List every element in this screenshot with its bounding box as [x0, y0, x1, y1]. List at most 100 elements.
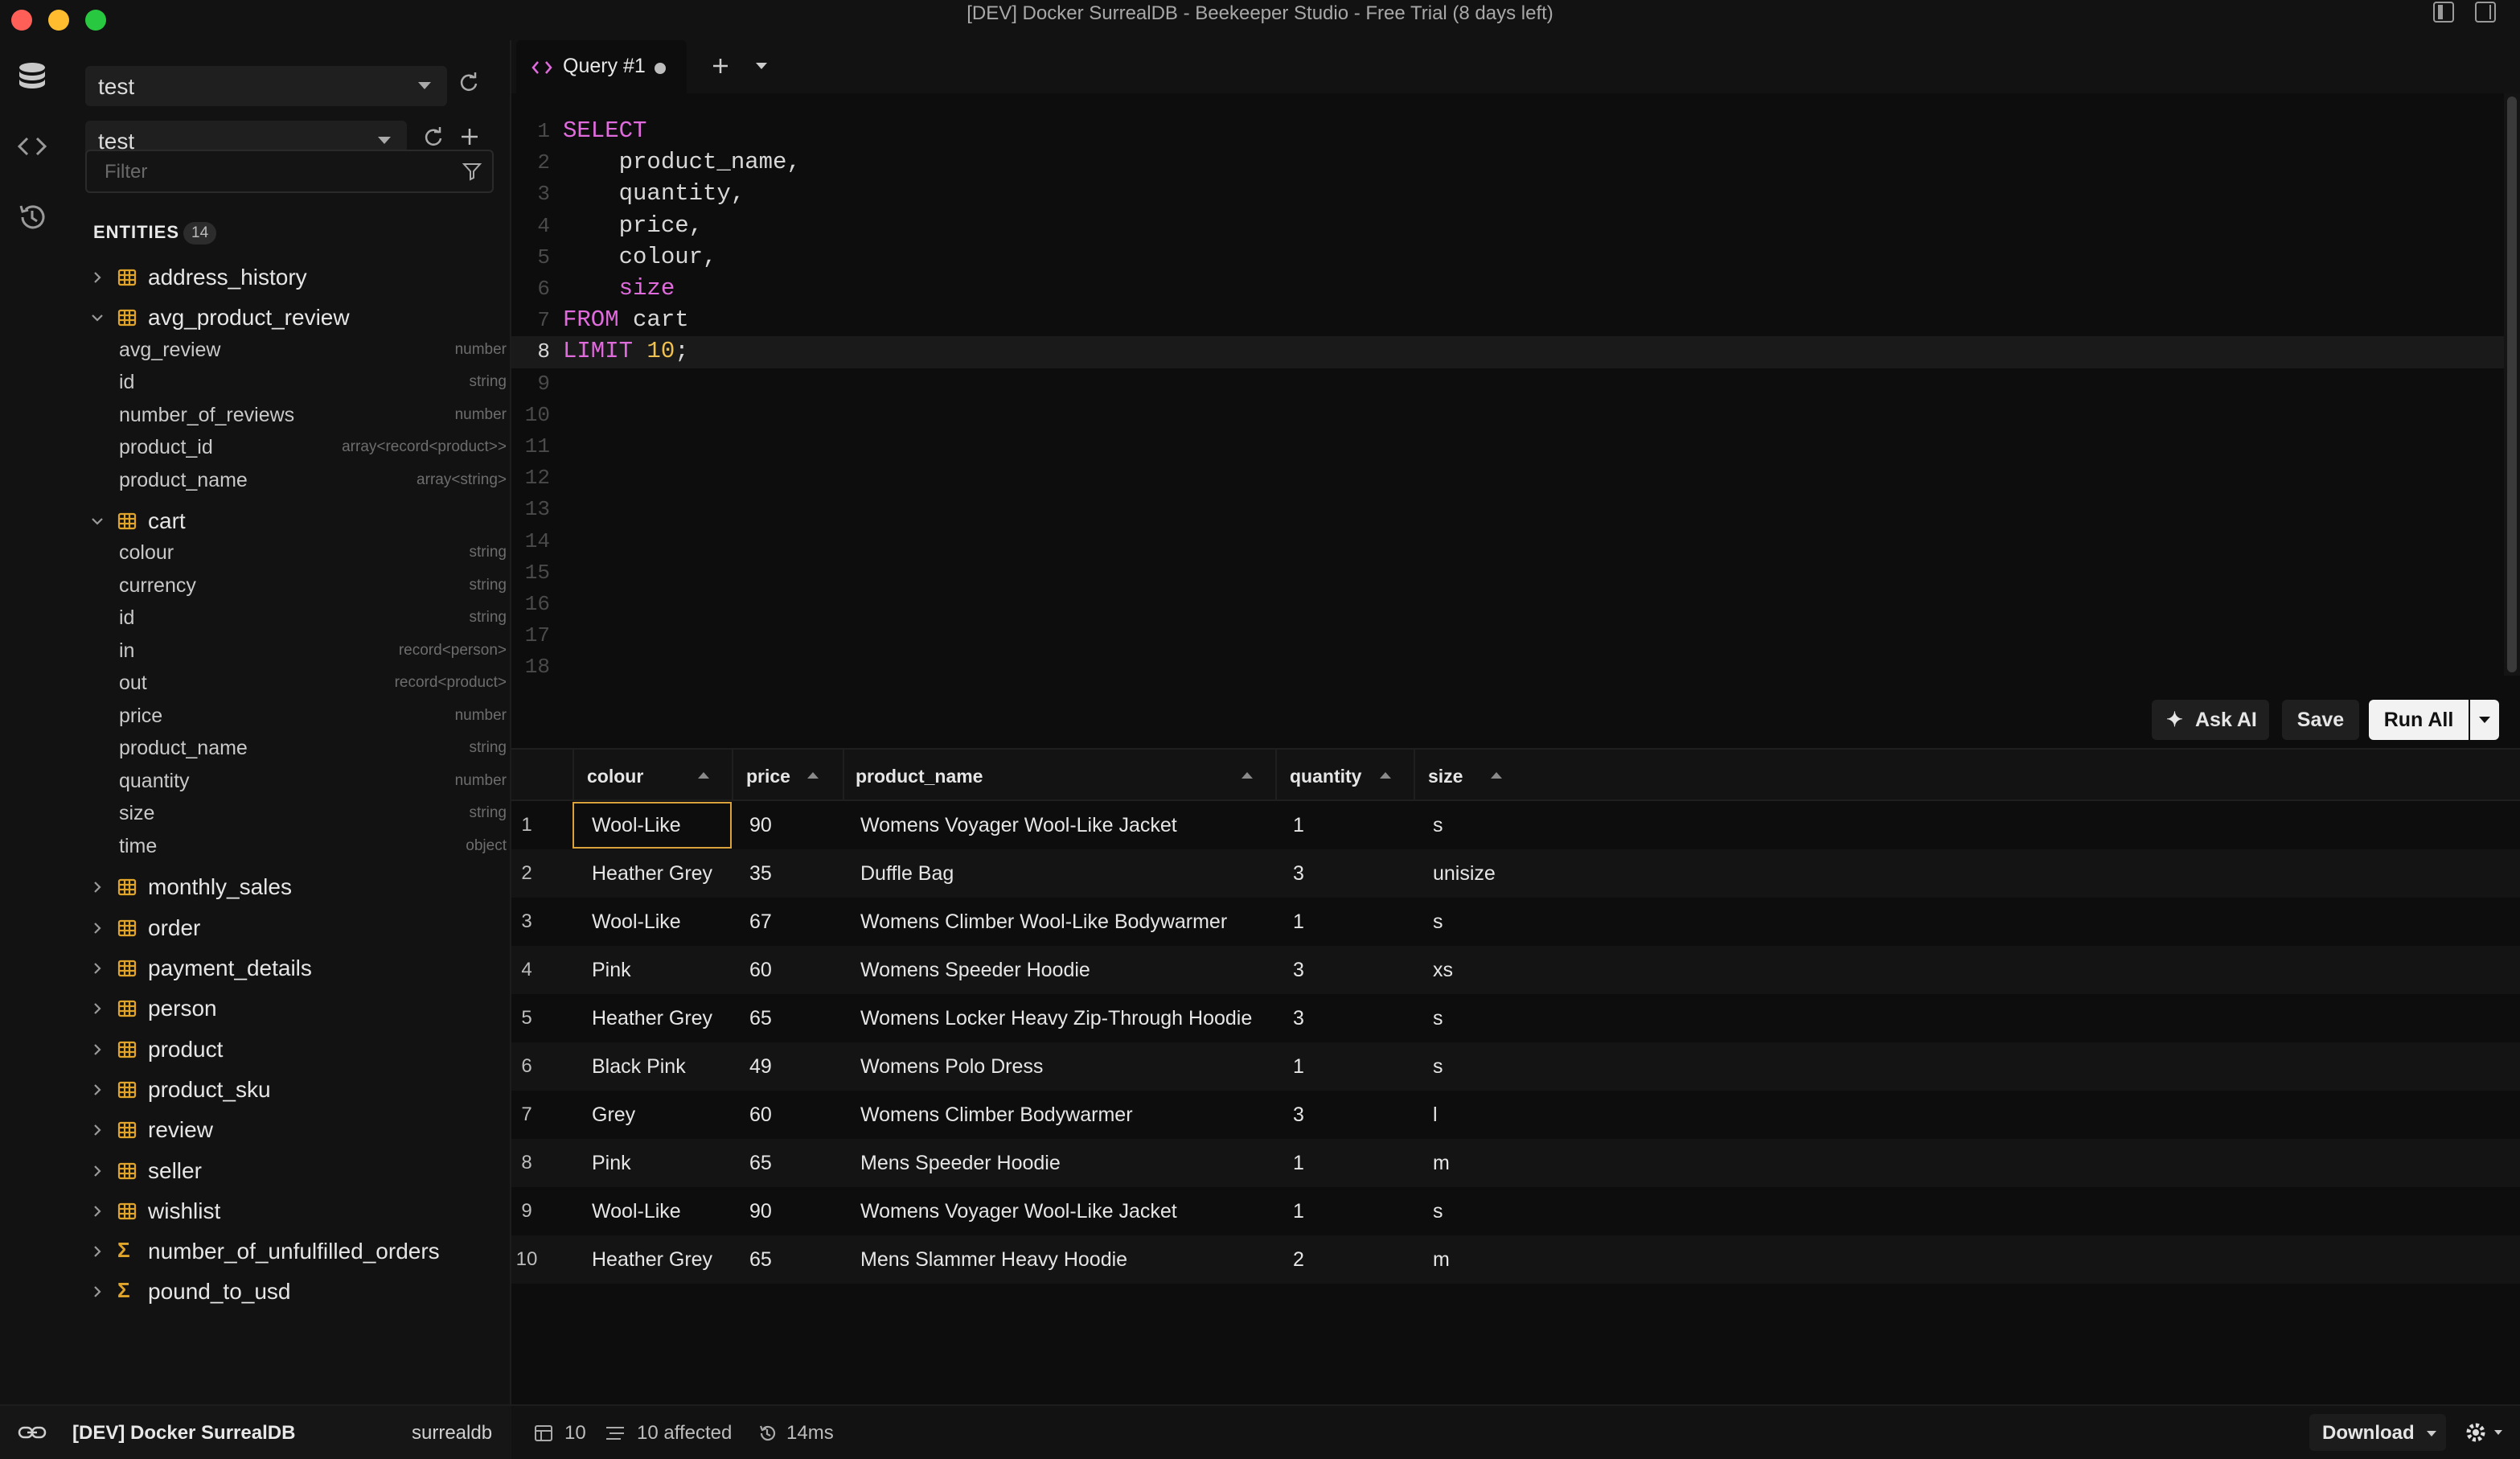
table-cell-size[interactable]: s	[1433, 1055, 1443, 1079]
run-all-button[interactable]: Run All	[2369, 700, 2469, 740]
entity-item-person[interactable]: person	[64, 988, 510, 1029]
plus-icon[interactable]	[709, 55, 732, 81]
column-header-price[interactable]: price	[746, 766, 790, 787]
entity-item-pound-to-usd[interactable]: Σpound_to_usd	[64, 1272, 510, 1312]
column-item[interactable]: avg_review number	[64, 334, 510, 366]
entity-item-review[interactable]: review	[64, 1110, 510, 1150]
chevron-down-icon[interactable]	[90, 310, 105, 325]
table-cell-quantity[interactable]: 3	[1293, 1103, 1304, 1127]
table-row[interactable]: 2 Heather Grey 35 Duffle Bag 3 unisize	[511, 849, 2520, 898]
table-cell-product-name[interactable]: Duffle Bag	[860, 862, 954, 886]
code-line[interactable]: product_name,	[563, 149, 801, 175]
table-cell-size[interactable]: l	[1433, 1103, 1438, 1127]
table-cell-colour[interactable]: Wool-Like	[592, 1200, 681, 1223]
table-row[interactable]: 1 Wool-Like 90 Womens Voyager Wool-Like Jac…	[511, 801, 2520, 849]
table-cell-quantity[interactable]: 1	[1293, 1152, 1304, 1175]
table-cell-quantity[interactable]: 2	[1293, 1248, 1304, 1272]
filter-icon[interactable]	[462, 161, 482, 186]
table-row[interactable]: 10 Heather Grey 65 Mens Slammer Heavy Hoodi…	[511, 1235, 2520, 1284]
column-item[interactable]: product_name array<string>	[64, 464, 510, 496]
chevron-right-icon[interactable]	[90, 921, 105, 935]
table-cell-price[interactable]: 67	[749, 910, 772, 934]
namespace-select[interactable]: test	[85, 66, 447, 106]
table-cell-price[interactable]: 65	[749, 1248, 772, 1272]
entity-item-seller[interactable]: seller	[64, 1151, 510, 1191]
table-cell-product-name[interactable]: Womens Voyager Wool-Like Jacket	[860, 814, 1177, 837]
table-cell-colour[interactable]: Wool-Like	[592, 910, 681, 934]
column-item[interactable]: product_id array<record<product>>	[64, 431, 510, 463]
table-cell-price[interactable]: 90	[749, 814, 772, 837]
column-item[interactable]: time object	[64, 830, 510, 862]
code-line[interactable]: LIMIT 10;	[563, 338, 689, 364]
column-item[interactable]: in record<person>	[64, 635, 510, 667]
code-icon[interactable]	[14, 129, 50, 164]
chevron-right-icon[interactable]	[90, 270, 105, 285]
code-line[interactable]: quantity,	[563, 180, 745, 207]
table-cell-quantity[interactable]: 3	[1293, 959, 1304, 982]
table-row[interactable]: 8 Pink 65 Mens Speeder Hoodie 1 m	[511, 1139, 2520, 1187]
sort-ascending-icon[interactable]	[1242, 772, 1253, 779]
table-cell-colour[interactable]: Grey	[592, 1103, 635, 1127]
chevron-down-icon[interactable]	[90, 514, 105, 528]
column-item[interactable]: price number	[64, 700, 510, 732]
table-cell-price[interactable]: 90	[749, 1200, 772, 1223]
ask-ai-button[interactable]: ✦ Ask AI	[2152, 700, 2269, 740]
entity-item-address-history[interactable]: address_history	[64, 257, 510, 298]
table-cell-price[interactable]: 35	[749, 862, 772, 886]
table-cell-quantity[interactable]: 1	[1293, 1200, 1304, 1223]
table-cell-size[interactable]: xs	[1433, 959, 1453, 982]
toggle-panel-icon[interactable]	[2475, 2, 2496, 23]
chevron-right-icon[interactable]	[90, 1164, 105, 1178]
entity-item-product-sku[interactable]: product_sku	[64, 1070, 510, 1110]
column-item[interactable]: quantity number	[64, 765, 510, 797]
table-cell-product-name[interactable]: Mens Speeder Hoodie	[860, 1152, 1061, 1175]
table-row[interactable]: 4 Pink 60 Womens Speeder Hoodie 3 xs	[511, 946, 2520, 994]
editor-scrollbar[interactable]	[2504, 93, 2520, 676]
chevron-right-icon[interactable]	[90, 1042, 105, 1057]
entity-item-order[interactable]: order	[64, 908, 510, 948]
chevron-right-icon[interactable]	[90, 1284, 105, 1299]
sort-ascending-icon[interactable]	[807, 772, 819, 779]
table-cell-product-name[interactable]: Womens Polo Dress	[860, 1055, 1043, 1079]
refresh-icon[interactable]	[457, 71, 486, 100]
chevron-right-icon[interactable]	[90, 880, 105, 894]
code-line[interactable]: colour,	[563, 244, 717, 270]
column-item[interactable]: product_name string	[64, 732, 510, 764]
table-cell-colour[interactable]: Heather Grey	[592, 1007, 712, 1030]
gear-icon[interactable]	[2464, 1419, 2506, 1450]
chevron-right-icon[interactable]	[90, 1244, 105, 1259]
chevron-down-icon[interactable]	[756, 63, 767, 69]
table-row[interactable]: 3 Wool-Like 67 Womens Climber Wool-Like Bod…	[511, 898, 2520, 946]
tab-query-1[interactable]: Query #1	[516, 40, 687, 93]
sort-ascending-icon[interactable]	[698, 772, 709, 779]
table-cell-colour[interactable]: Black Pink	[592, 1055, 686, 1079]
database-icon[interactable]	[14, 60, 50, 95]
entity-item-payment-details[interactable]: payment_details	[64, 948, 510, 988]
table-cell-quantity[interactable]: 1	[1293, 1055, 1304, 1079]
table-cell-colour[interactable]: Pink	[592, 1152, 631, 1175]
unsaved-dot-icon[interactable]	[655, 63, 666, 74]
download-button[interactable]: Download	[2309, 1414, 2446, 1451]
table-cell-size[interactable]: s	[1433, 1200, 1443, 1223]
code-line[interactable]: FROM cart	[563, 306, 689, 333]
table-cell-price[interactable]: 65	[749, 1152, 772, 1175]
entity-item-avg-product-review[interactable]: avg_product_review	[64, 298, 510, 338]
table-cell-price[interactable]: 60	[749, 1103, 772, 1127]
table-cell-product-name[interactable]: Womens Locker Heavy Zip-Through Hoodie	[860, 1007, 1252, 1030]
sort-ascending-icon[interactable]	[1380, 772, 1391, 779]
table-row[interactable]: 7 Grey 60 Womens Climber Bodywarmer 3 l	[511, 1091, 2520, 1139]
query-editor[interactable]: 1 SELECT 2 product_name, 3 quantity, 4 price…	[511, 93, 2504, 705]
chevron-right-icon[interactable]	[90, 1204, 105, 1219]
table-row[interactable]: 6 Black Pink 49 Womens Polo Dress 1 s	[511, 1042, 2520, 1091]
column-header-size[interactable]: size	[1428, 766, 1463, 787]
entity-item-product[interactable]: product	[64, 1030, 510, 1070]
column-item[interactable]: id string	[64, 366, 510, 398]
toggle-sidebar-icon[interactable]	[2433, 2, 2454, 23]
column-header-colour[interactable]: colour	[587, 766, 643, 787]
table-cell-product-name[interactable]: Womens Climber Wool-Like Bodywarmer	[860, 910, 1227, 934]
table-row[interactable]: 5 Heather Grey 65 Womens Locker Heavy Zip-T…	[511, 994, 2520, 1042]
table-cell-product-name[interactable]: Womens Speeder Hoodie	[860, 959, 1090, 982]
table-cell-colour[interactable]: Pink	[592, 959, 631, 982]
column-item[interactable]: id string	[64, 602, 510, 634]
column-item[interactable]: colour string	[64, 536, 510, 569]
